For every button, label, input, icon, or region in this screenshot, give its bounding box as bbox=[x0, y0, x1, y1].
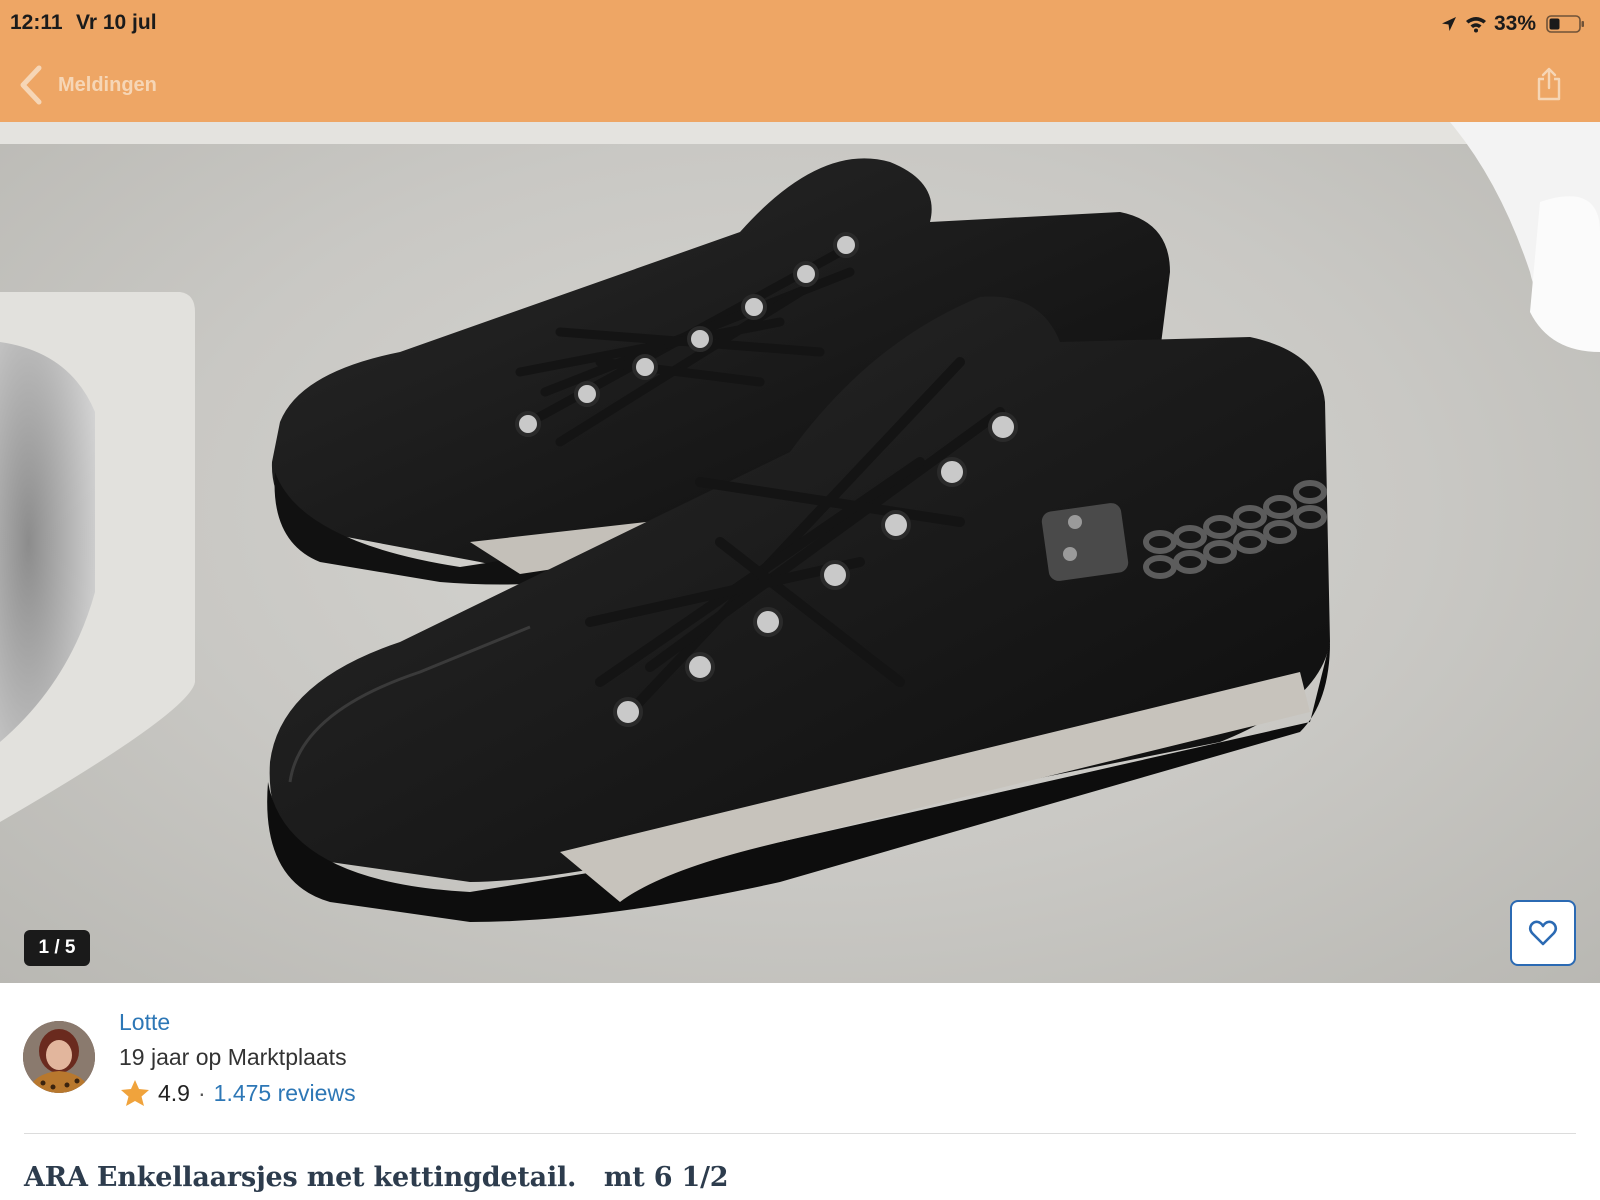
battery-icon bbox=[1546, 15, 1584, 33]
back-label: Meldingen bbox=[58, 73, 157, 96]
status-time: 12:11 bbox=[10, 11, 63, 34]
share-button[interactable] bbox=[1534, 66, 1564, 102]
sneakers-image bbox=[0, 122, 1600, 922]
seller-name[interactable]: Lotte bbox=[119, 1009, 170, 1036]
listing-title: ARA Enkellaarsjes met kettingdetail. mt … bbox=[24, 1162, 729, 1193]
product-photo[interactable] bbox=[0, 122, 1600, 983]
section-divider bbox=[24, 1133, 1576, 1134]
location-arrow-icon bbox=[1441, 17, 1456, 31]
back-button[interactable]: Meldingen bbox=[18, 62, 157, 108]
rating-separator: · bbox=[197, 1079, 206, 1106]
heart-icon bbox=[1528, 920, 1558, 946]
reviews-link[interactable]: 1.475 reviews bbox=[214, 1080, 356, 1107]
seller-section: Lotte 19 jaar op Marktplaats 4.9 · 1.475… bbox=[0, 983, 1600, 1133]
status-date: Vr 10 jul bbox=[76, 11, 157, 34]
photo-counter: 1 / 5 bbox=[24, 930, 90, 966]
chevron-left-icon bbox=[20, 65, 42, 105]
app-header: 12:11 Vr 10 jul 33% Meldingen bbox=[0, 0, 1600, 122]
battery-percentage: 33% bbox=[1493, 12, 1536, 35]
status-indicators: 33% bbox=[1440, 11, 1586, 37]
star-icon bbox=[121, 1080, 149, 1106]
favorite-button[interactable] bbox=[1510, 900, 1576, 966]
seller-avatar[interactable] bbox=[23, 1021, 95, 1093]
seller-rating: 4.9 · 1.475 reviews bbox=[120, 1079, 356, 1107]
avatar-image bbox=[23, 1021, 95, 1093]
wifi-icon bbox=[1465, 17, 1486, 33]
rating-value: 4.9 bbox=[158, 1079, 190, 1106]
seller-membership: 19 jaar op Marktplaats bbox=[119, 1044, 347, 1070]
share-icon bbox=[1537, 67, 1561, 101]
